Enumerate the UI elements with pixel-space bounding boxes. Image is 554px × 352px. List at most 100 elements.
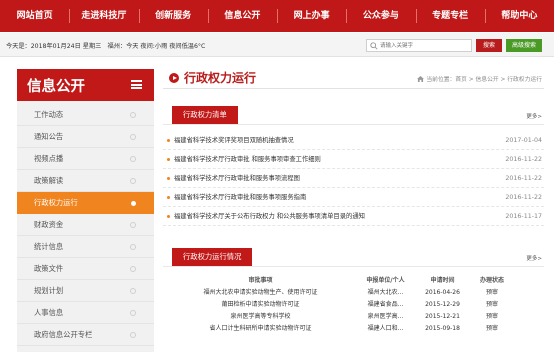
nav-item-about[interactable]: 走进科技厅 bbox=[69, 0, 138, 32]
table-row[interactable]: 省人口计生科研所申请实验动物许可证 福建人口和... 2015-09-18 预审 bbox=[163, 323, 544, 335]
power-status-more-link[interactable]: 更多> bbox=[526, 254, 542, 262]
nav-item-online-service[interactable]: 网上办事 bbox=[277, 0, 346, 32]
sidebar-item-label: 财政资金 bbox=[34, 220, 64, 229]
bullet-icon bbox=[167, 196, 170, 199]
list-item-date: 2016-11-22 bbox=[505, 175, 542, 182]
sidebar-item-video[interactable]: 视频点播 bbox=[17, 148, 154, 170]
cell-status: 预审 bbox=[485, 289, 498, 296]
circle-icon bbox=[130, 222, 136, 228]
cell-applicant: 福建省食品... bbox=[367, 301, 404, 308]
circle-icon bbox=[130, 244, 136, 250]
cell-applicant: 泉州医学高... bbox=[367, 313, 404, 320]
table-row[interactable]: 莆田检析中请实验动物许可证 福建省食品... 2015-12-29 预审 bbox=[163, 299, 544, 311]
power-list-panel-header: 行政权力清单 更多> bbox=[163, 106, 544, 125]
cell-item[interactable]: 莆田检析中请实验动物许可证 bbox=[163, 299, 358, 311]
sidebar-item-finance[interactable]: 财政资金 bbox=[17, 214, 154, 236]
nav-item-topics[interactable]: 专题专栏 bbox=[415, 0, 485, 32]
search-box[interactable] bbox=[366, 39, 472, 52]
power-status-table: 审批事项 申报单位/个人 申请时间 办理状态 福州大北农申请实验动物生产、使用许… bbox=[163, 275, 544, 335]
list-item-title[interactable]: 福建省科学技术厅行政审批和服务事项服务指南 bbox=[174, 188, 306, 207]
circle-icon bbox=[130, 288, 136, 294]
list-item-title[interactable]: 福建省科学技术厅行政审批 和服务事项审查工作细则 bbox=[174, 150, 321, 169]
sidebar-title: 信息公开 bbox=[27, 79, 85, 95]
table-row[interactable]: 福州大北农申请实验动物生产、使用许可证 福州大北农... 2016-04-26 … bbox=[163, 287, 544, 299]
sidebar-item-label: 工作动态 bbox=[34, 110, 64, 119]
cell-item[interactable]: 省人口计生科研所申请实验动物许可证 bbox=[163, 323, 358, 335]
sidebar-item-disclosure-column[interactable]: 政府信息公开专栏 bbox=[17, 324, 154, 346]
nav-item-home[interactable]: 网站首页 bbox=[0, 0, 69, 32]
home-icon bbox=[417, 76, 425, 82]
circle-icon bbox=[130, 266, 136, 272]
nav-item-help[interactable]: 帮助中心 bbox=[484, 0, 554, 32]
list-item[interactable]: 福建省科学技术厅行政审批和服务事项服务指南 2016-11-22 bbox=[163, 188, 544, 207]
advanced-search-button[interactable]: 高级搜索 bbox=[506, 39, 542, 52]
sidebar-item-label: 政策解读 bbox=[34, 176, 64, 185]
menu-icon[interactable] bbox=[131, 80, 142, 89]
sidebar-item-notices[interactable]: 通知公告 bbox=[17, 126, 154, 148]
power-list-tab[interactable]: 行政权力清单 bbox=[172, 106, 238, 124]
cell-date: 2015-12-21 bbox=[425, 313, 460, 320]
info-bar: 今天是：2018年01月24日 星期三 福州：今天 夜间:小雨 夜间低温6°C … bbox=[0, 33, 554, 57]
sidebar-item-policy-reading[interactable]: 政策解读 bbox=[17, 170, 154, 192]
list-item[interactable]: 福建省科学技术厅行政审批和服务事项流程图 2016-11-22 bbox=[163, 169, 544, 188]
power-list-more-link[interactable]: 更多> bbox=[526, 112, 542, 120]
search-button[interactable]: 搜索 bbox=[476, 39, 502, 52]
sidebar-item-planning[interactable]: 规划计划 bbox=[17, 280, 154, 302]
list-item-title[interactable]: 福建省科学技术奖评奖项目双随机抽查情况 bbox=[174, 131, 294, 150]
sidebar-item-label: 行政权力运行 bbox=[34, 198, 78, 207]
sidebar-item-label: 人事信息 bbox=[34, 308, 64, 317]
bullet-icon bbox=[167, 177, 170, 180]
circle-icon bbox=[131, 201, 136, 206]
sidebar-header: 信息公开 bbox=[17, 69, 154, 101]
list-item[interactable]: 福建省科学技术厅关于公布行政权力 和公共服务事项清单目录的通知 2016-11-1… bbox=[163, 207, 544, 226]
cell-date: 2015-12-29 bbox=[425, 301, 460, 308]
list-item-title[interactable]: 福建省科学技术厅行政审批和服务事项流程图 bbox=[174, 169, 300, 188]
cell-date: 2016-04-26 bbox=[425, 289, 460, 296]
circle-icon bbox=[130, 332, 136, 338]
page-title: 行政权力运行 bbox=[184, 71, 257, 85]
nav-item-participation[interactable]: 公众参与 bbox=[346, 0, 415, 32]
bullet-icon bbox=[167, 215, 170, 218]
list-item-title[interactable]: 福建省科学技术厅关于公布行政权力 和公共服务事项清单目录的通知 bbox=[174, 207, 365, 226]
sidebar-item-label: 规划计划 bbox=[34, 286, 64, 295]
power-status-tab[interactable]: 行政权力运行情况 bbox=[172, 248, 253, 266]
cell-item[interactable]: 福州大北农申请实验动物生产、使用许可证 bbox=[163, 287, 358, 299]
sidebar: 信息公开 工作动态 通知公告 视频点播 政策解读 行政权力运行 财政资金 统计信… bbox=[17, 69, 154, 352]
power-list: 福建省科学技术奖评奖项目双随机抽查情况 2017-01-04 福建省科学技术厅行政… bbox=[163, 131, 544, 226]
nav-item-disclosure[interactable]: 信息公开 bbox=[207, 0, 277, 32]
circle-icon bbox=[130, 156, 136, 162]
sidebar-item-label: 视频点播 bbox=[34, 154, 64, 163]
search-icon bbox=[370, 42, 378, 50]
cell-status: 预审 bbox=[485, 301, 498, 308]
cell-status: 预审 bbox=[485, 325, 498, 332]
sidebar-menu: 工作动态 通知公告 视频点播 政策解读 行政权力运行 财政资金 统计信息 政策文… bbox=[17, 101, 154, 346]
sidebar-item-label: 统计信息 bbox=[34, 242, 64, 251]
sidebar-item-admin-power[interactable]: 行政权力运行 bbox=[17, 192, 154, 214]
search-input[interactable] bbox=[380, 40, 470, 51]
cell-applicant: 福建人口和... bbox=[367, 325, 404, 332]
circle-icon bbox=[130, 178, 136, 184]
table-row[interactable]: 泉州医学高等专科学校 泉州医学高... 2015-12-21 预审 bbox=[163, 311, 544, 323]
sidebar-item-personnel[interactable]: 人事信息 bbox=[17, 302, 154, 324]
circle-icon bbox=[130, 134, 136, 140]
breadcrumb: 当前位置：首页 > 信息公开 > 行政权力运行 bbox=[417, 74, 542, 83]
list-item-date: 2016-11-22 bbox=[505, 156, 542, 163]
sidebar-item-statistics[interactable]: 统计信息 bbox=[17, 236, 154, 258]
sidebar-item-policy-docs[interactable]: 政策文件 bbox=[17, 258, 154, 280]
circle-icon bbox=[130, 112, 136, 118]
nav-item-innovation[interactable]: 创新服务 bbox=[138, 0, 208, 32]
cell-date: 2015-09-18 bbox=[425, 325, 460, 332]
circle-icon bbox=[130, 310, 136, 316]
column-header-item: 审批事项 bbox=[248, 277, 273, 284]
power-status-panel-header: 行政权力运行情况 更多> bbox=[163, 248, 544, 267]
cell-item[interactable]: 泉州医学高等专科学校 bbox=[163, 311, 358, 323]
arrow-circle-icon bbox=[169, 73, 179, 83]
list-item[interactable]: 福建省科学技术奖评奖项目双随机抽查情况 2017-01-04 bbox=[163, 131, 544, 150]
list-item-date: 2016-11-22 bbox=[505, 194, 542, 201]
column-header-applicant: 申报单位/个人 bbox=[366, 277, 405, 284]
list-item[interactable]: 福建省科学技术厅行政审批 和服务事项审查工作细则 2016-11-22 bbox=[163, 150, 544, 169]
column-header-status: 办理状态 bbox=[479, 277, 504, 284]
sidebar-item-work-news[interactable]: 工作动态 bbox=[17, 104, 154, 126]
page-header: 行政权力运行 当前位置：首页 > 信息公开 > 行政权力运行 bbox=[163, 69, 544, 89]
top-nav: 网站首页 走进科技厅 创新服务 信息公开 网上办事 公众参与 专题专栏 帮助中心 bbox=[0, 0, 554, 32]
